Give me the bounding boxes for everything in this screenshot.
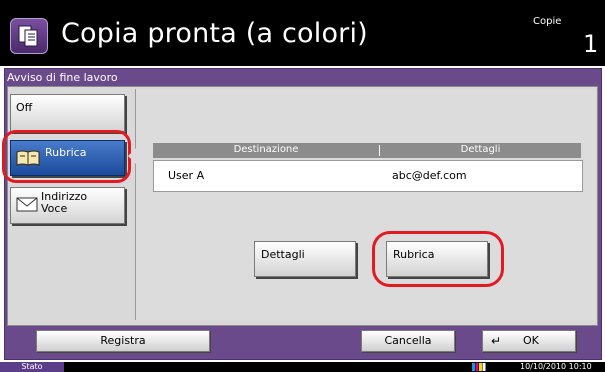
copy-ready-screen: Copia pronta (a colori) Copie 1 Avviso d… xyxy=(0,0,605,372)
status-button[interactable]: Stato xyxy=(0,362,64,372)
address-book-button[interactable]: Rubrica xyxy=(386,241,488,277)
selection-pointer xyxy=(128,146,138,166)
page-title: Copia pronta (a colori) xyxy=(61,18,368,49)
header-bar: Copia pronta (a colori) Copie 1 xyxy=(0,0,605,66)
option-off-button[interactable]: Off xyxy=(10,94,125,132)
option-address-entry-button[interactable]: Indirizzo Voce xyxy=(10,187,125,224)
copy-icon xyxy=(10,18,48,54)
ok-button-label: OK xyxy=(523,334,539,347)
option-address-entry-label: Indirizzo Voce xyxy=(41,190,88,215)
option-rubrica-label: Rubrica xyxy=(45,146,87,159)
destination-table-header: Destinazione Dettagli xyxy=(153,143,581,158)
enter-icon: ↵ xyxy=(491,334,502,348)
ok-button[interactable]: ↵ OK xyxy=(482,330,576,352)
option-off-label: Off xyxy=(16,101,33,114)
details-button-label: Dettagli xyxy=(261,248,305,261)
status-datetime: 10/10/2010 10:10 xyxy=(520,362,592,371)
copies-label: Copie xyxy=(533,16,562,27)
status-bar xyxy=(0,362,605,372)
toner-level-icon xyxy=(472,363,486,371)
panel-title: Avviso di fine lavoro xyxy=(7,71,118,84)
cell-destinazione: User A xyxy=(168,169,205,182)
option-rubrica-button[interactable]: Rubrica xyxy=(10,140,125,176)
cell-dettagli: abc@def.com xyxy=(392,169,467,182)
copies-count: 1 xyxy=(583,30,599,58)
envelope-icon xyxy=(16,197,38,212)
column-header-dettagli: Dettagli xyxy=(460,144,501,155)
details-button[interactable]: Dettagli xyxy=(254,241,356,277)
destination-area xyxy=(135,89,596,320)
register-button[interactable]: Registra xyxy=(36,330,210,352)
cancel-button[interactable]: Cancella xyxy=(361,330,455,352)
column-header-destinazione: Destinazione xyxy=(233,144,299,155)
address-book-button-label: Rubrica xyxy=(393,248,435,261)
address-book-icon xyxy=(16,150,40,166)
table-row[interactable]: User A abc@def.com xyxy=(153,160,583,192)
